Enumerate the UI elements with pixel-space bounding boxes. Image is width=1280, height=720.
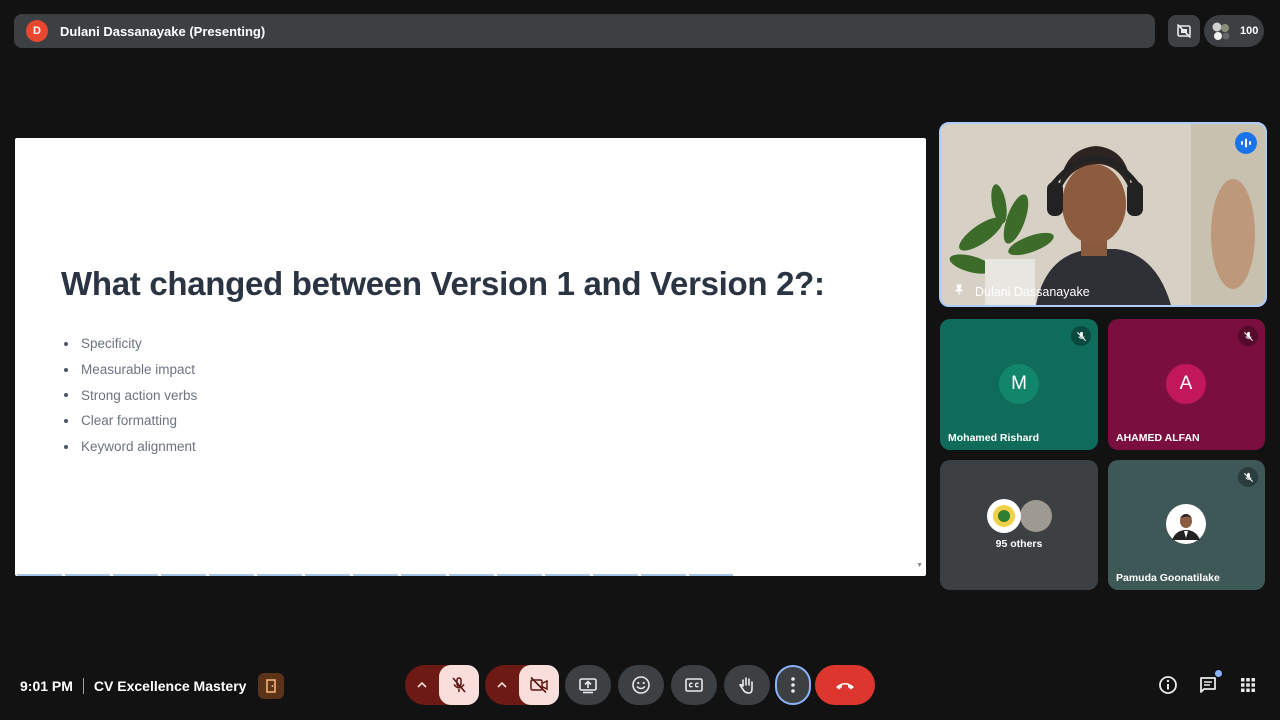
meeting-info: 9:01 PM CV Excellence Mastery [20,673,285,699]
participant-tile-mohamed[interactable]: M Mohamed Rishard [940,319,1098,450]
muted-mic-icon [1071,326,1091,346]
chevron-up-icon [497,682,507,688]
audio-settings-button[interactable] [405,665,439,705]
avatar: M [999,364,1039,404]
leave-call-button[interactable] [815,665,875,705]
mic-toggle-button[interactable] [439,665,479,705]
muted-mic-icon [1238,467,1258,487]
hide-tiles-button[interactable] [1168,15,1200,47]
apps-grid-icon [1241,678,1255,692]
speaker-video-frame [941,124,1265,305]
participants-button[interactable]: 100 [1204,15,1264,47]
mic-control-group [405,665,479,705]
hang-up-icon [836,683,854,690]
info-icon [1159,676,1177,694]
speaker-video-tile[interactable]: Dulani Dassanayake [939,122,1267,307]
participant-name: Pamuda Goonatilake [1116,572,1220,584]
meeting-name: CV Excellence Mastery [93,678,247,694]
chevron-up-icon [417,682,427,688]
pin-icon [954,284,964,295]
participant-count: 100 [1240,25,1259,37]
slide-bullet-list: Specificity Measurable impact Strong act… [63,331,197,460]
captions-button[interactable] [671,665,717,705]
captions-icon [685,678,703,692]
audio-bars-icon [1241,138,1251,148]
door-icon [266,679,277,693]
slide-bullet: Specificity [63,331,197,357]
scroll-down-icon: ▼ [916,562,923,569]
clock: 9:01 PM [20,678,73,694]
avatar [1166,504,1206,544]
others-tile[interactable]: 95 others [940,460,1098,590]
notification-dot [1215,670,1222,677]
more-options-button[interactable] [775,665,811,705]
avatar: A [1166,364,1206,404]
speaker-name: Dulani Dassanayake [975,285,1090,299]
speaking-indicator [1235,132,1257,154]
raise-hand-button[interactable] [724,665,770,705]
presenter-avatar: D [26,20,48,42]
shared-slide: What changed between Version 1 and Versi… [15,138,926,576]
hide-tiles-icon [1176,23,1192,39]
slide-bullet: Measurable impact [63,357,197,383]
presenter-label: Dulani Dassanayake (Presenting) [60,23,266,39]
slide-bullet: Strong action verbs [63,382,197,408]
chat-icon [1200,677,1216,693]
slide-bullet: Clear formatting [63,408,197,434]
meet-window: D Dulani Dassanayake (Presenting) 100 Wh… [0,0,1280,720]
mic-off-icon [452,677,466,693]
muted-mic-icon [1238,326,1258,346]
divider [82,678,84,694]
activities-button[interactable] [1236,673,1260,697]
participant-name: Mohamed Rishard [948,432,1040,444]
present-screen-button[interactable] [565,665,611,705]
breakout-room-button[interactable] [258,673,285,699]
meeting-details-button[interactable] [1156,673,1180,697]
present-screen-icon [579,678,597,694]
camera-off-icon [530,676,548,694]
hand-icon [738,677,753,694]
participant-tile-ahamed[interactable]: A AHAMED ALFAN [1108,319,1265,450]
slide-bullet: Keyword alignment [63,434,197,460]
others-avatars-icon [987,499,1052,533]
slide-progress-bar [17,574,733,576]
slide-title: What changed between Version 1 and Versi… [61,265,825,302]
chat-button[interactable] [1196,670,1222,697]
presentation-banner[interactable]: D Dulani Dassanayake (Presenting) [14,14,1155,48]
more-vert-icon [791,677,795,693]
others-count: 95 others [995,538,1043,550]
participant-faces-icon [1212,22,1230,40]
emoji-icon [632,676,650,694]
camera-control-group [485,665,559,705]
participant-name: AHAMED ALFAN [1116,432,1200,444]
reactions-button[interactable] [618,665,664,705]
participant-tile-pamuda[interactable]: Pamuda Goonatilake [1108,460,1265,590]
camera-toggle-button[interactable] [519,665,559,705]
video-settings-button[interactable] [485,665,519,705]
